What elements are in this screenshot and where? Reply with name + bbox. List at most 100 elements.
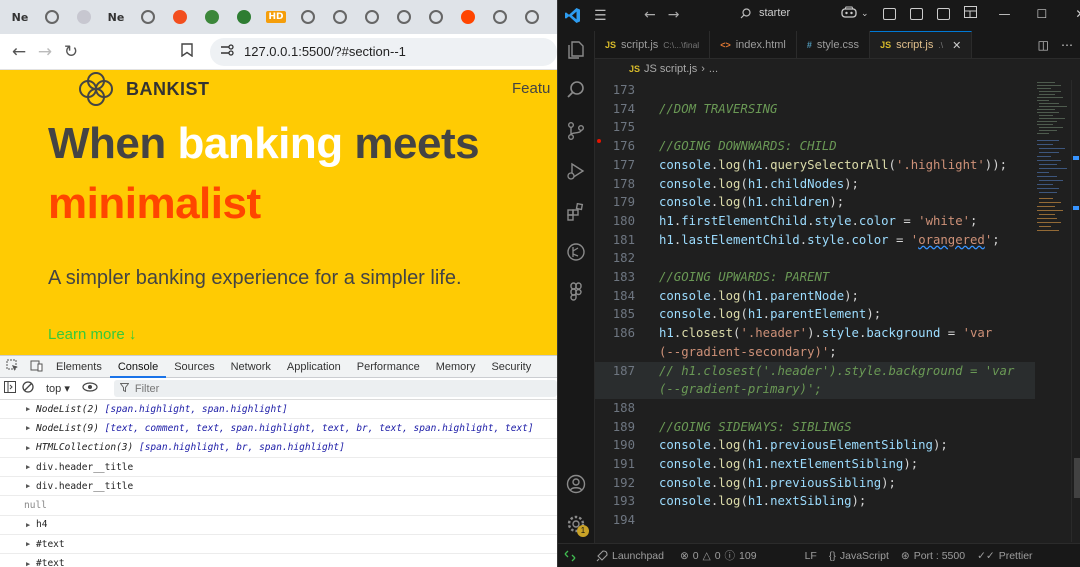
- code-line[interactable]: 173: [595, 81, 1035, 100]
- code-line[interactable]: 182: [595, 249, 1035, 268]
- site-info-icon[interactable]: [220, 44, 234, 59]
- code-line[interactable]: 183 //GOING UPWARDS: PARENT: [595, 268, 1035, 287]
- context-select[interactable]: top ▾: [40, 382, 76, 395]
- minimap[interactable]: [1035, 80, 1071, 542]
- extensions-icon[interactable]: [565, 201, 587, 223]
- figma-icon[interactable]: [565, 281, 587, 303]
- learn-more-link[interactable]: Learn more ↓: [48, 326, 136, 343]
- console-message[interactable]: ▶ div.header__title: [0, 477, 557, 497]
- editor-tab[interactable]: # style.css: [797, 31, 871, 58]
- code-editor[interactable]: 173 174 //DOM TRAVERSING 175 176 //GOING DOWN…: [595, 80, 1035, 542]
- url-input[interactable]: 127.0.0.1:5500/?#section--1: [210, 37, 557, 66]
- copilot-icon[interactable]: [841, 6, 857, 21]
- code-line[interactable]: 177 console.log(h1.querySelectorAll('.hig…: [595, 156, 1035, 175]
- expand-triangle-icon[interactable]: ▶: [26, 482, 30, 490]
- more-actions-icon[interactable]: ⋯: [1061, 38, 1073, 52]
- browser-tab[interactable]: Ne: [6, 4, 34, 30]
- browser-tab[interactable]: [198, 4, 226, 30]
- browser-tab[interactable]: [230, 4, 258, 30]
- eol-status[interactable]: LF: [799, 550, 823, 562]
- browser-tab[interactable]: [422, 4, 450, 30]
- console-message[interactable]: ▶ NodeList(9) [text, comment, text, span.…: [0, 419, 557, 439]
- expand-triangle-icon[interactable]: ▶: [26, 521, 30, 529]
- browser-tab[interactable]: HD: [262, 4, 290, 30]
- search-icon[interactable]: [565, 79, 587, 101]
- nav-link-features[interactable]: Featu: [512, 80, 550, 97]
- devtools-tab-security[interactable]: Security: [483, 356, 539, 378]
- remote-indicator[interactable]: [558, 550, 582, 562]
- console-message[interactable]: ▶ div.header__title: [0, 458, 557, 478]
- reload-icon[interactable]: ↻: [58, 42, 84, 62]
- language-status[interactable]: {} JavaScript: [823, 550, 895, 562]
- devtools-tab-sources[interactable]: Sources: [166, 356, 222, 378]
- code-line[interactable]: 192 console.log(h1.previousSibling);: [595, 474, 1035, 493]
- code-line[interactable]: 185 console.log(h1.parentElement);: [595, 305, 1035, 324]
- expand-triangle-icon[interactable]: ▶: [26, 424, 30, 432]
- code-line[interactable]: 175: [595, 118, 1035, 137]
- chevron-down-icon[interactable]: ⌄: [861, 9, 869, 19]
- code-line[interactable]: 194: [595, 511, 1035, 530]
- code-line[interactable]: 184 console.log(h1.parentNode);: [595, 287, 1035, 306]
- editor-scrollbar[interactable]: [1071, 80, 1080, 542]
- console-message[interactable]: ▶ NodeList(2) [span.highlight, span.highl…: [0, 400, 557, 420]
- run-debug-icon[interactable]: [565, 160, 587, 182]
- code-line[interactable]: 188: [595, 399, 1035, 418]
- settings-gear-icon[interactable]: 1: [565, 513, 589, 537]
- toggle-panel-icon[interactable]: [909, 7, 923, 20]
- editor-tab[interactable]: <> index.html: [710, 31, 797, 58]
- code-line[interactable]: 191 console.log(h1.nextElementSibling);: [595, 455, 1035, 474]
- forward-icon[interactable]: →: [32, 42, 58, 62]
- expand-triangle-icon[interactable]: ▶: [26, 405, 30, 413]
- problems-status[interactable]: ⊗ 0 △ 0 ⓘ 109: [674, 548, 763, 563]
- console-message[interactable]: null: [0, 496, 557, 516]
- code-line[interactable]: 176 //GOING DOWNWARDS: CHILD: [595, 137, 1035, 156]
- code-line[interactable]: 189 //GOING SIDEWAYS: SIBLINGS: [595, 418, 1035, 437]
- bookmark-icon[interactable]: [174, 42, 200, 62]
- expand-triangle-icon[interactable]: ▶: [26, 560, 30, 567]
- minimize-icon[interactable]: —: [999, 7, 1011, 21]
- browser-tab[interactable]: [326, 4, 354, 30]
- customize-layout-icon[interactable]: [963, 6, 977, 21]
- back-icon[interactable]: ←: [644, 7, 668, 23]
- code-line[interactable]: 178 console.log(h1.childNodes);: [595, 175, 1035, 194]
- code-line[interactable]: 186 h1.closest('.header').style.backgroun…: [595, 324, 1035, 343]
- launchpad-status[interactable]: Launchpad: [590, 550, 670, 562]
- browser-tab[interactable]: [486, 4, 514, 30]
- close-tab-icon[interactable]: ✕: [952, 39, 961, 52]
- source-control-icon[interactable]: [565, 120, 587, 142]
- device-toolbar-icon[interactable]: [24, 359, 48, 375]
- browser-tab[interactable]: [294, 4, 322, 30]
- devtools-tab-performance[interactable]: Performance: [349, 356, 428, 378]
- code-line[interactable]: 174 //DOM TRAVERSING: [595, 100, 1035, 119]
- expand-triangle-icon[interactable]: ▶: [26, 540, 30, 548]
- devtools-tab-memory[interactable]: Memory: [428, 356, 484, 378]
- code-line[interactable]: 190 console.log(h1.previousElementSibling…: [595, 436, 1035, 455]
- git-graph-icon[interactable]: [565, 241, 587, 263]
- code-line[interactable]: 187 // h1.closest('.header').style.backgr…: [595, 361, 1035, 381]
- command-center[interactable]: starter: [740, 7, 790, 19]
- browser-tab[interactable]: [358, 4, 386, 30]
- code-line[interactable]: 180 h1.firstElementChild.style.color = 'w…: [595, 212, 1035, 231]
- console-filter-input[interactable]: Filter: [113, 380, 557, 397]
- breadcrumb-file[interactable]: JS script.js: [644, 63, 697, 75]
- code-line[interactable]: (--gradient-primary)';: [595, 380, 1035, 399]
- browser-tab[interactable]: [70, 4, 98, 30]
- split-editor-icon[interactable]: ◫: [1038, 38, 1049, 52]
- expand-triangle-icon[interactable]: ▶: [26, 444, 30, 452]
- accounts-icon[interactable]: [565, 473, 587, 495]
- browser-tab[interactable]: [390, 4, 418, 30]
- forward-icon[interactable]: →: [668, 7, 692, 23]
- browser-tab[interactable]: [38, 4, 66, 30]
- editor-tab[interactable]: JS script.js .\ ✕: [870, 31, 973, 58]
- back-icon[interactable]: ←: [6, 42, 32, 62]
- explorer-icon[interactable]: [565, 39, 587, 61]
- browser-tab[interactable]: [166, 4, 194, 30]
- console-message[interactable]: ▶ HTMLCollection(3) [span.highlight, br, …: [0, 439, 557, 458]
- live-expression-icon[interactable]: [82, 382, 98, 395]
- code-line[interactable]: (--gradient-secondary)';: [595, 343, 1035, 362]
- console-message[interactable]: ▶ h4: [0, 516, 557, 536]
- browser-tab[interactable]: [518, 4, 546, 30]
- console-message[interactable]: ▶ #text: [0, 554, 557, 567]
- expand-triangle-icon[interactable]: ▶: [26, 463, 30, 471]
- prettier-status[interactable]: ✓✓ Prettier: [971, 550, 1038, 562]
